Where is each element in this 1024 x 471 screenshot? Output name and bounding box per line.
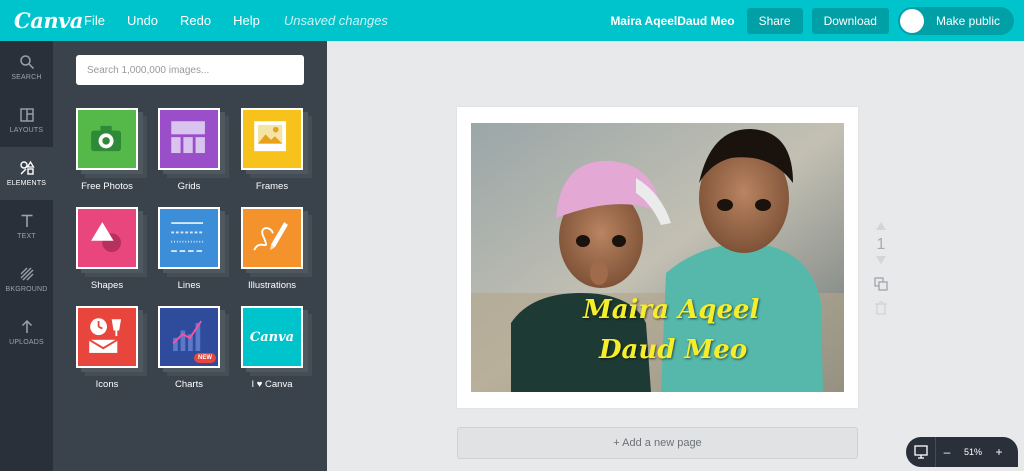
move-up-icon[interactable]	[871, 221, 891, 235]
side-rail: SEARCH LAYOUTS ELEMENTS TEXT BKGROUND UP…	[0, 41, 53, 471]
rail-label: SEARCH	[11, 74, 42, 81]
frame-icon	[241, 108, 303, 170]
top-bar: Canva File Undo Redo Help Unsaved change…	[0, 0, 1024, 41]
menu-file[interactable]: File	[84, 13, 105, 28]
make-public-label: Make public	[935, 13, 1000, 28]
elements-icon	[19, 160, 35, 175]
design-text-line1[interactable]: Maira Aqeel	[583, 295, 759, 325]
chart-icon: NEW	[158, 306, 220, 368]
zoom-out-button[interactable]: –	[936, 445, 958, 459]
save-status: Unsaved changes	[283, 13, 388, 28]
lines-icon	[158, 207, 220, 269]
rail-label: BKGROUND	[5, 286, 48, 293]
design-text-line2[interactable]: Daud Meo	[599, 335, 747, 365]
canva-tile-text: Canva	[249, 329, 295, 345]
shapes-icon	[76, 207, 138, 269]
photo-element[interactable]: Maira Aqeel Daud Meo	[471, 123, 844, 392]
zoom-in-button[interactable]: +	[988, 445, 1010, 459]
camera-icon	[76, 108, 138, 170]
search-icon	[19, 55, 34, 70]
rail-item-elements[interactable]: ELEMENTS	[0, 147, 53, 200]
tile-label: I ♥ Canva	[251, 379, 293, 390]
rail-label: TEXT	[17, 233, 36, 240]
layouts-icon	[19, 108, 34, 122]
canva-logo[interactable]: Canva	[14, 8, 84, 33]
canva-logo-icon: Canva	[241, 306, 303, 368]
search-input[interactable]	[76, 55, 304, 85]
pencil-icon	[241, 207, 303, 269]
move-down-icon[interactable]	[871, 255, 891, 273]
add-page-button[interactable]: + Add a new page	[457, 427, 858, 459]
rail-item-layouts[interactable]: LAYOUTS	[0, 94, 53, 147]
share-button[interactable]: Share	[746, 7, 803, 34]
upload-icon	[21, 319, 32, 333]
background-icon	[20, 267, 33, 281]
rail-label: UPLOADS	[9, 339, 44, 346]
page-number: 1	[876, 236, 886, 253]
rail-item-background[interactable]: BKGROUND	[0, 253, 53, 306]
rail-label: LAYOUTS	[9, 127, 44, 134]
text-icon	[21, 214, 32, 227]
duplicate-page-icon[interactable]	[871, 277, 891, 301]
rail-label: ELEMENTS	[6, 180, 47, 187]
delete-page-icon[interactable]	[871, 301, 891, 321]
rail-item-text[interactable]: TEXT	[0, 200, 53, 253]
tile-label: Illustrations	[247, 280, 297, 291]
toggle-knob	[899, 8, 924, 33]
grid-icon	[158, 108, 220, 170]
rail-item-uploads[interactable]: UPLOADS	[0, 306, 53, 359]
new-badge: NEW	[194, 353, 216, 363]
rail-item-search[interactable]: SEARCH	[0, 41, 53, 94]
present-icon[interactable]	[906, 437, 936, 467]
make-public-toggle[interactable]: Make public	[897, 6, 1014, 35]
top-right-actions: Maira AqeelDaud Meo Share Download Make …	[610, 0, 1014, 41]
design-title[interactable]: Maira AqeelDaud Meo	[610, 14, 734, 28]
tile-label: Frames	[255, 181, 289, 192]
menu-redo[interactable]: Redo	[180, 13, 211, 28]
menu-undo[interactable]: Undo	[127, 13, 158, 28]
page-tools: 1	[871, 221, 891, 321]
download-button[interactable]: Download	[811, 7, 889, 34]
design-workspace: Maira Aqeel Daud Meo 1 + Add a new page	[327, 41, 1024, 471]
clock-icon	[76, 306, 138, 368]
zoom-level: 51%	[963, 447, 982, 457]
menu-help[interactable]: Help	[233, 13, 260, 28]
design-page[interactable]: Maira Aqeel Daud Meo	[457, 107, 858, 408]
elements-panel: Free Photos Grids Frames Shapes Lines	[53, 41, 327, 471]
zoom-control: – 51% +	[906, 437, 1018, 467]
